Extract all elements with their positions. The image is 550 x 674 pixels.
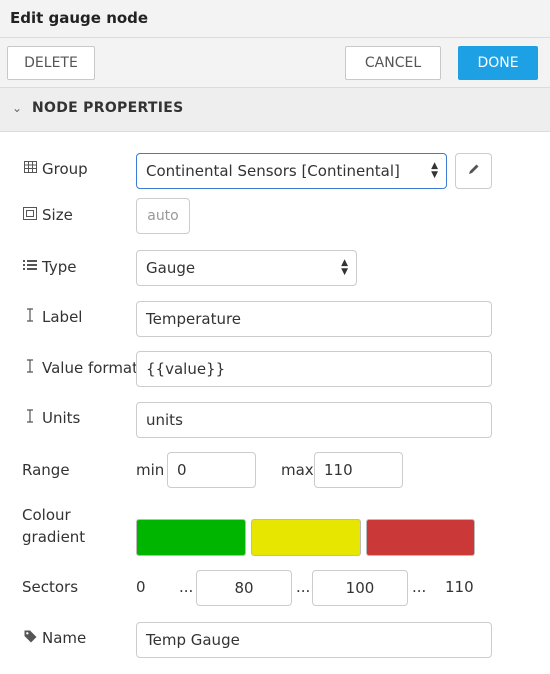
label-label: Label xyxy=(42,308,83,326)
name-label: Name xyxy=(42,629,87,647)
name-input[interactable]: Temp Gauge xyxy=(136,622,492,658)
value-format-input[interactable]: {{value}} xyxy=(136,351,492,387)
units-input[interactable]: units xyxy=(136,402,492,438)
value-format-label-row: Value format xyxy=(22,359,138,377)
node-properties-header[interactable]: ⌄ NODE PROPERTIES xyxy=(0,88,550,132)
range-label: Range xyxy=(22,461,70,479)
select-arrows-icon: ▲ ▼ xyxy=(341,258,348,277)
sectors-start: 0 xyxy=(136,578,146,596)
pencil-icon xyxy=(468,163,480,179)
tag-icon xyxy=(22,630,38,647)
edit-group-button[interactable] xyxy=(455,153,492,189)
label-input[interactable]: Temperature xyxy=(136,301,492,337)
text-cursor-icon xyxy=(22,308,38,326)
range-min-input[interactable]: 0 xyxy=(167,452,256,488)
sectors-label: Sectors xyxy=(22,578,79,596)
sector-1-input[interactable]: 80 xyxy=(196,570,292,606)
range-max-input[interactable]: 110 xyxy=(314,452,403,488)
button-bar: DELETE CANCEL DONE xyxy=(0,38,550,88)
type-label-row: Type xyxy=(22,258,76,276)
dialog-title: Edit gauge node xyxy=(0,0,550,38)
text-cursor-icon xyxy=(22,359,38,377)
section-title: NODE PROPERTIES xyxy=(32,100,184,116)
sectors-end: 110 xyxy=(445,578,474,596)
delete-button[interactable]: DELETE xyxy=(7,46,95,80)
size-label-row: Size xyxy=(22,206,73,224)
table-icon xyxy=(22,161,38,177)
units-label: Units xyxy=(42,409,81,427)
type-label: Type xyxy=(42,258,77,276)
label-label-row: Label xyxy=(22,308,82,326)
resize-icon xyxy=(22,206,38,224)
type-select[interactable]: Gauge ▲ ▼ xyxy=(136,250,357,286)
group-select[interactable]: Continental Sensors [Continental] ▲ ▼ xyxy=(136,153,447,189)
cancel-button[interactable]: CANCEL xyxy=(345,46,441,80)
chevron-down-icon: ⌄ xyxy=(12,101,23,115)
value-format-label: Value format xyxy=(42,359,139,377)
range-max-label: max xyxy=(281,461,314,479)
sector-2-input[interactable]: 100 xyxy=(312,570,408,606)
text-cursor-icon xyxy=(22,409,38,427)
colour-picker-mid[interactable] xyxy=(251,519,361,556)
sectors-ellipsis-1: ... xyxy=(179,578,194,596)
group-select-value: Continental Sensors [Continental] xyxy=(146,162,400,180)
range-min-label: min xyxy=(136,461,165,479)
done-button[interactable]: DONE xyxy=(458,46,538,80)
colour-picker-high[interactable] xyxy=(366,519,475,556)
size-button[interactable]: auto xyxy=(136,198,190,234)
sectors-ellipsis-2: ... xyxy=(296,578,311,596)
sectors-ellipsis-3: ... xyxy=(412,578,427,596)
colour-label-line2: gradient xyxy=(22,528,86,546)
group-label: Group xyxy=(42,160,88,178)
size-label: Size xyxy=(42,206,73,224)
list-icon xyxy=(22,259,38,275)
group-label-row: Group xyxy=(22,160,88,178)
select-arrows-icon: ▲ ▼ xyxy=(431,161,438,180)
colour-label-line1: Colour xyxy=(22,506,71,524)
name-label-row: Name xyxy=(22,629,86,647)
units-label-row: Units xyxy=(22,409,80,427)
colour-picker-low[interactable] xyxy=(136,519,246,556)
type-select-value: Gauge xyxy=(146,259,196,277)
